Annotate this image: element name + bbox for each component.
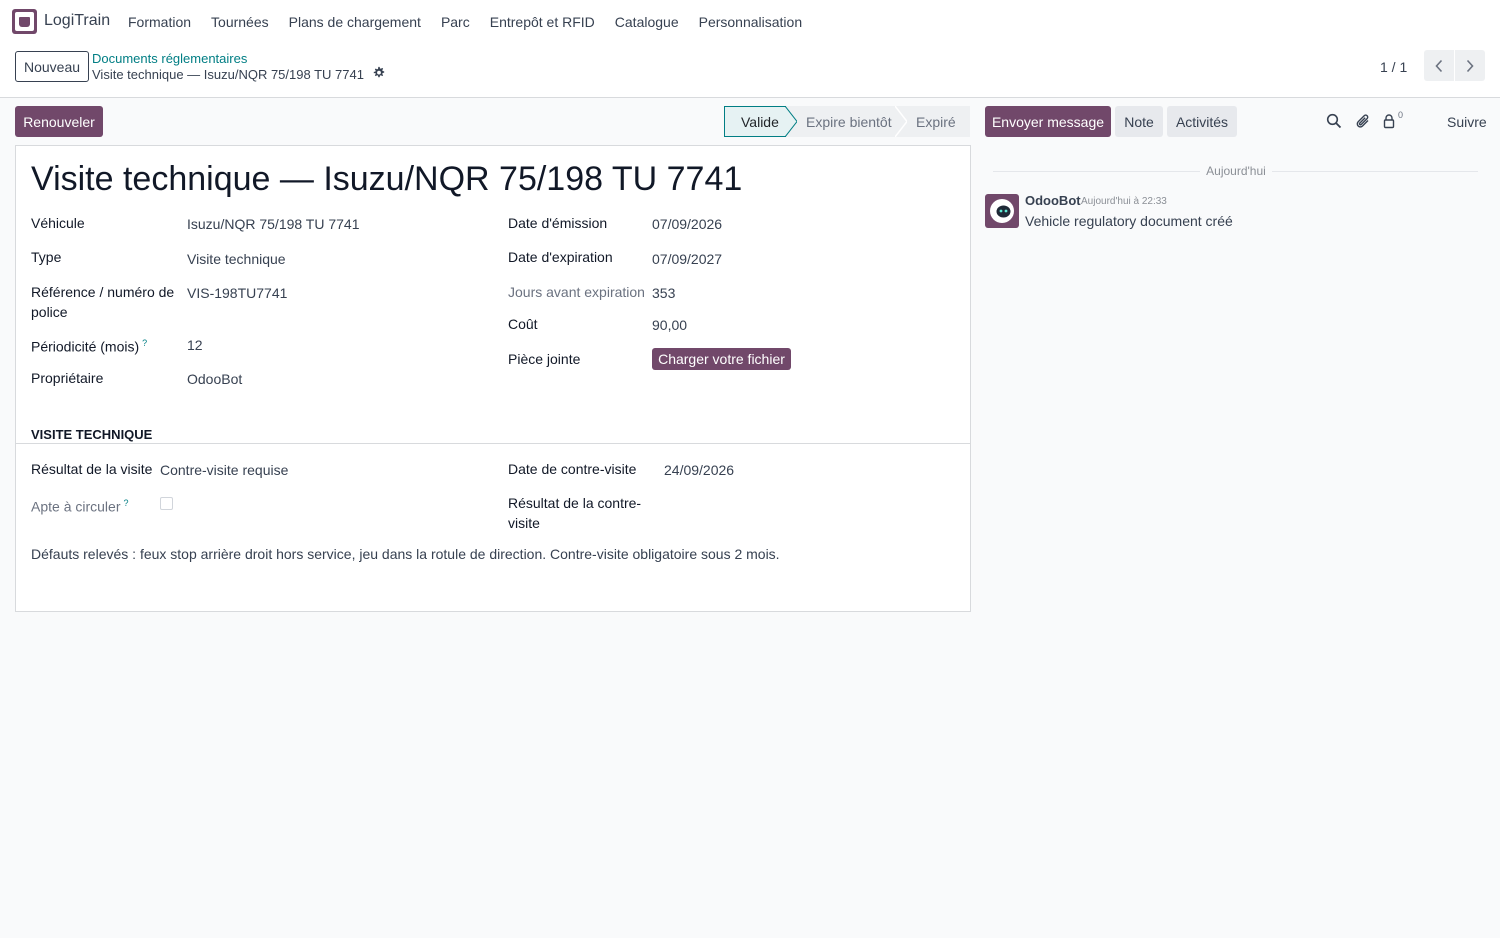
paperclip-icon[interactable]: [1355, 113, 1371, 129]
days-before-expiry-value: 353: [652, 285, 676, 301]
search-icon[interactable]: [1326, 113, 1342, 129]
message-author[interactable]: OdooBot: [1025, 193, 1081, 208]
issue-date-label: Date d'émission: [508, 215, 608, 231]
date-separator: Aujourd'hui: [1200, 164, 1272, 178]
menu-item-personnalisation[interactable]: Personnalisation: [699, 14, 803, 30]
type-field[interactable]: Visite technique: [187, 249, 286, 269]
owner-label: Propriétaire: [31, 370, 104, 386]
recheck-date-field[interactable]: 24/09/2026: [664, 460, 734, 480]
new-button[interactable]: Nouveau: [15, 51, 89, 82]
pager-previous-button[interactable]: [1424, 50, 1454, 81]
activities-button[interactable]: Activités: [1167, 106, 1237, 137]
breadcrumb-parent-link[interactable]: Documents réglementaires: [92, 51, 247, 66]
recheck-date-label: Date de contre-visite: [508, 461, 637, 477]
top-navbar: LogiTrain Formation Tournées Plans de ch…: [0, 0, 1500, 44]
cost-label: Coût: [508, 316, 538, 332]
owner-field[interactable]: OdooBot: [187, 369, 242, 389]
stage-valide[interactable]: Valide: [724, 106, 786, 137]
days-before-expiry-label: Jours avant expiration: [508, 284, 645, 300]
stage-expire-bientot-label: Expire bientôt: [806, 113, 892, 130]
chevron-right-icon: [1466, 59, 1474, 72]
menu-item-catalogue[interactable]: Catalogue: [615, 14, 679, 30]
section-divider: [16, 443, 970, 444]
follow-button[interactable]: Suivre: [1447, 114, 1487, 130]
menu-item-plans[interactable]: Plans de chargement: [289, 14, 421, 30]
notes-field[interactable]: Défauts relevés : feux stop arrière droi…: [31, 546, 780, 562]
menu-item-formation[interactable]: Formation: [128, 14, 191, 30]
menu-item-entrepot[interactable]: Entrepôt et RFID: [490, 14, 595, 30]
type-label: Type: [31, 249, 62, 265]
message-date: Aujourd'hui à 22:33: [1081, 196, 1167, 207]
pager-next-button[interactable]: [1455, 50, 1485, 81]
status-bar: Valide Expire bientôt Expiré: [724, 106, 970, 137]
log-note-button[interactable]: Note: [1115, 106, 1163, 137]
reference-label-line2: police: [31, 304, 68, 320]
reference-label-line1: Référence / numéro de: [31, 284, 175, 300]
main-menu: Formation Tournées Plans de chargement P…: [128, 14, 822, 30]
vehicle-field[interactable]: Isuzu/NQR 75/198 TU 7741: [187, 214, 360, 234]
periodicity-field[interactable]: 12: [187, 335, 203, 355]
help-tooltip-icon[interactable]: ?: [142, 338, 147, 348]
gear-icon[interactable]: [372, 66, 385, 79]
stage-expire-label: Expiré: [916, 113, 956, 130]
message-body: Vehicle regulatory document créé: [1025, 213, 1233, 229]
app-logo-icon[interactable]: [12, 9, 37, 34]
stage-arrow-icon: [785, 106, 797, 137]
record-title[interactable]: Visite technique — Isuzu/NQR 75/198 TU 7…: [31, 160, 742, 199]
odoobot-avatar-icon[interactable]: [985, 194, 1019, 228]
menu-item-tournees[interactable]: Tournées: [211, 14, 269, 30]
send-message-button[interactable]: Envoyer message: [985, 106, 1111, 137]
section-title: VISITE TECHNIQUE: [31, 427, 153, 442]
reference-field[interactable]: VIS-198TU7741: [187, 283, 287, 303]
periodicity-label: Périodicité (mois)?: [31, 333, 147, 357]
expiry-date-field[interactable]: 07/09/2027: [652, 249, 722, 269]
date-separator-line: [993, 171, 1200, 172]
control-panel: Nouveau Documents réglementaires Visite …: [0, 44, 1500, 98]
attachment-label: Pièce jointe: [508, 351, 581, 367]
stage-arrow-icon: [895, 106, 907, 137]
roadworthy-checkbox[interactable]: [160, 497, 173, 510]
renew-button[interactable]: Renouveler: [15, 106, 103, 137]
chevron-left-icon: [1435, 59, 1443, 72]
followers-count: 0: [1398, 110, 1404, 120]
help-tooltip-icon[interactable]: ?: [123, 498, 128, 508]
issue-date-field[interactable]: 07/09/2026: [652, 214, 722, 234]
breadcrumb-current: Visite technique — Isuzu/NQR 75/198 TU 7…: [92, 67, 364, 82]
stage-expire-bientot[interactable]: Expire bientôt: [785, 106, 896, 137]
recheck-result-label-line2: visite: [508, 515, 540, 531]
periodicity-label-text: Périodicité (mois): [31, 338, 140, 355]
robot-face-icon: [990, 199, 1014, 223]
visit-result-label: Résultat de la visite: [31, 461, 153, 477]
upload-file-button[interactable]: Charger votre fichier: [652, 348, 791, 370]
recheck-result-label-line1: Résultat de la contre-: [508, 495, 642, 511]
roadworthy-label-text: Apte à circuler: [31, 498, 121, 515]
user-lock-icon[interactable]: [1381, 113, 1397, 129]
form-sheet: Visite technique — Isuzu/NQR 75/198 TU 7…: [15, 145, 971, 612]
app-name[interactable]: LogiTrain: [44, 12, 110, 30]
vehicle-label: Véhicule: [31, 215, 85, 231]
pager-value[interactable]: 1 / 1: [1380, 59, 1407, 75]
cost-field[interactable]: 90,00: [652, 315, 687, 335]
visit-result-field[interactable]: Contre-visite requise: [160, 460, 288, 480]
expiry-date-label: Date d'expiration: [508, 249, 613, 265]
roadworthy-label: Apte à circuler?: [31, 493, 129, 517]
stage-valide-label: Valide: [741, 113, 779, 130]
menu-item-parc[interactable]: Parc: [441, 14, 470, 30]
stage-expire[interactable]: Expiré: [895, 106, 970, 137]
date-separator-line: [1272, 171, 1478, 172]
